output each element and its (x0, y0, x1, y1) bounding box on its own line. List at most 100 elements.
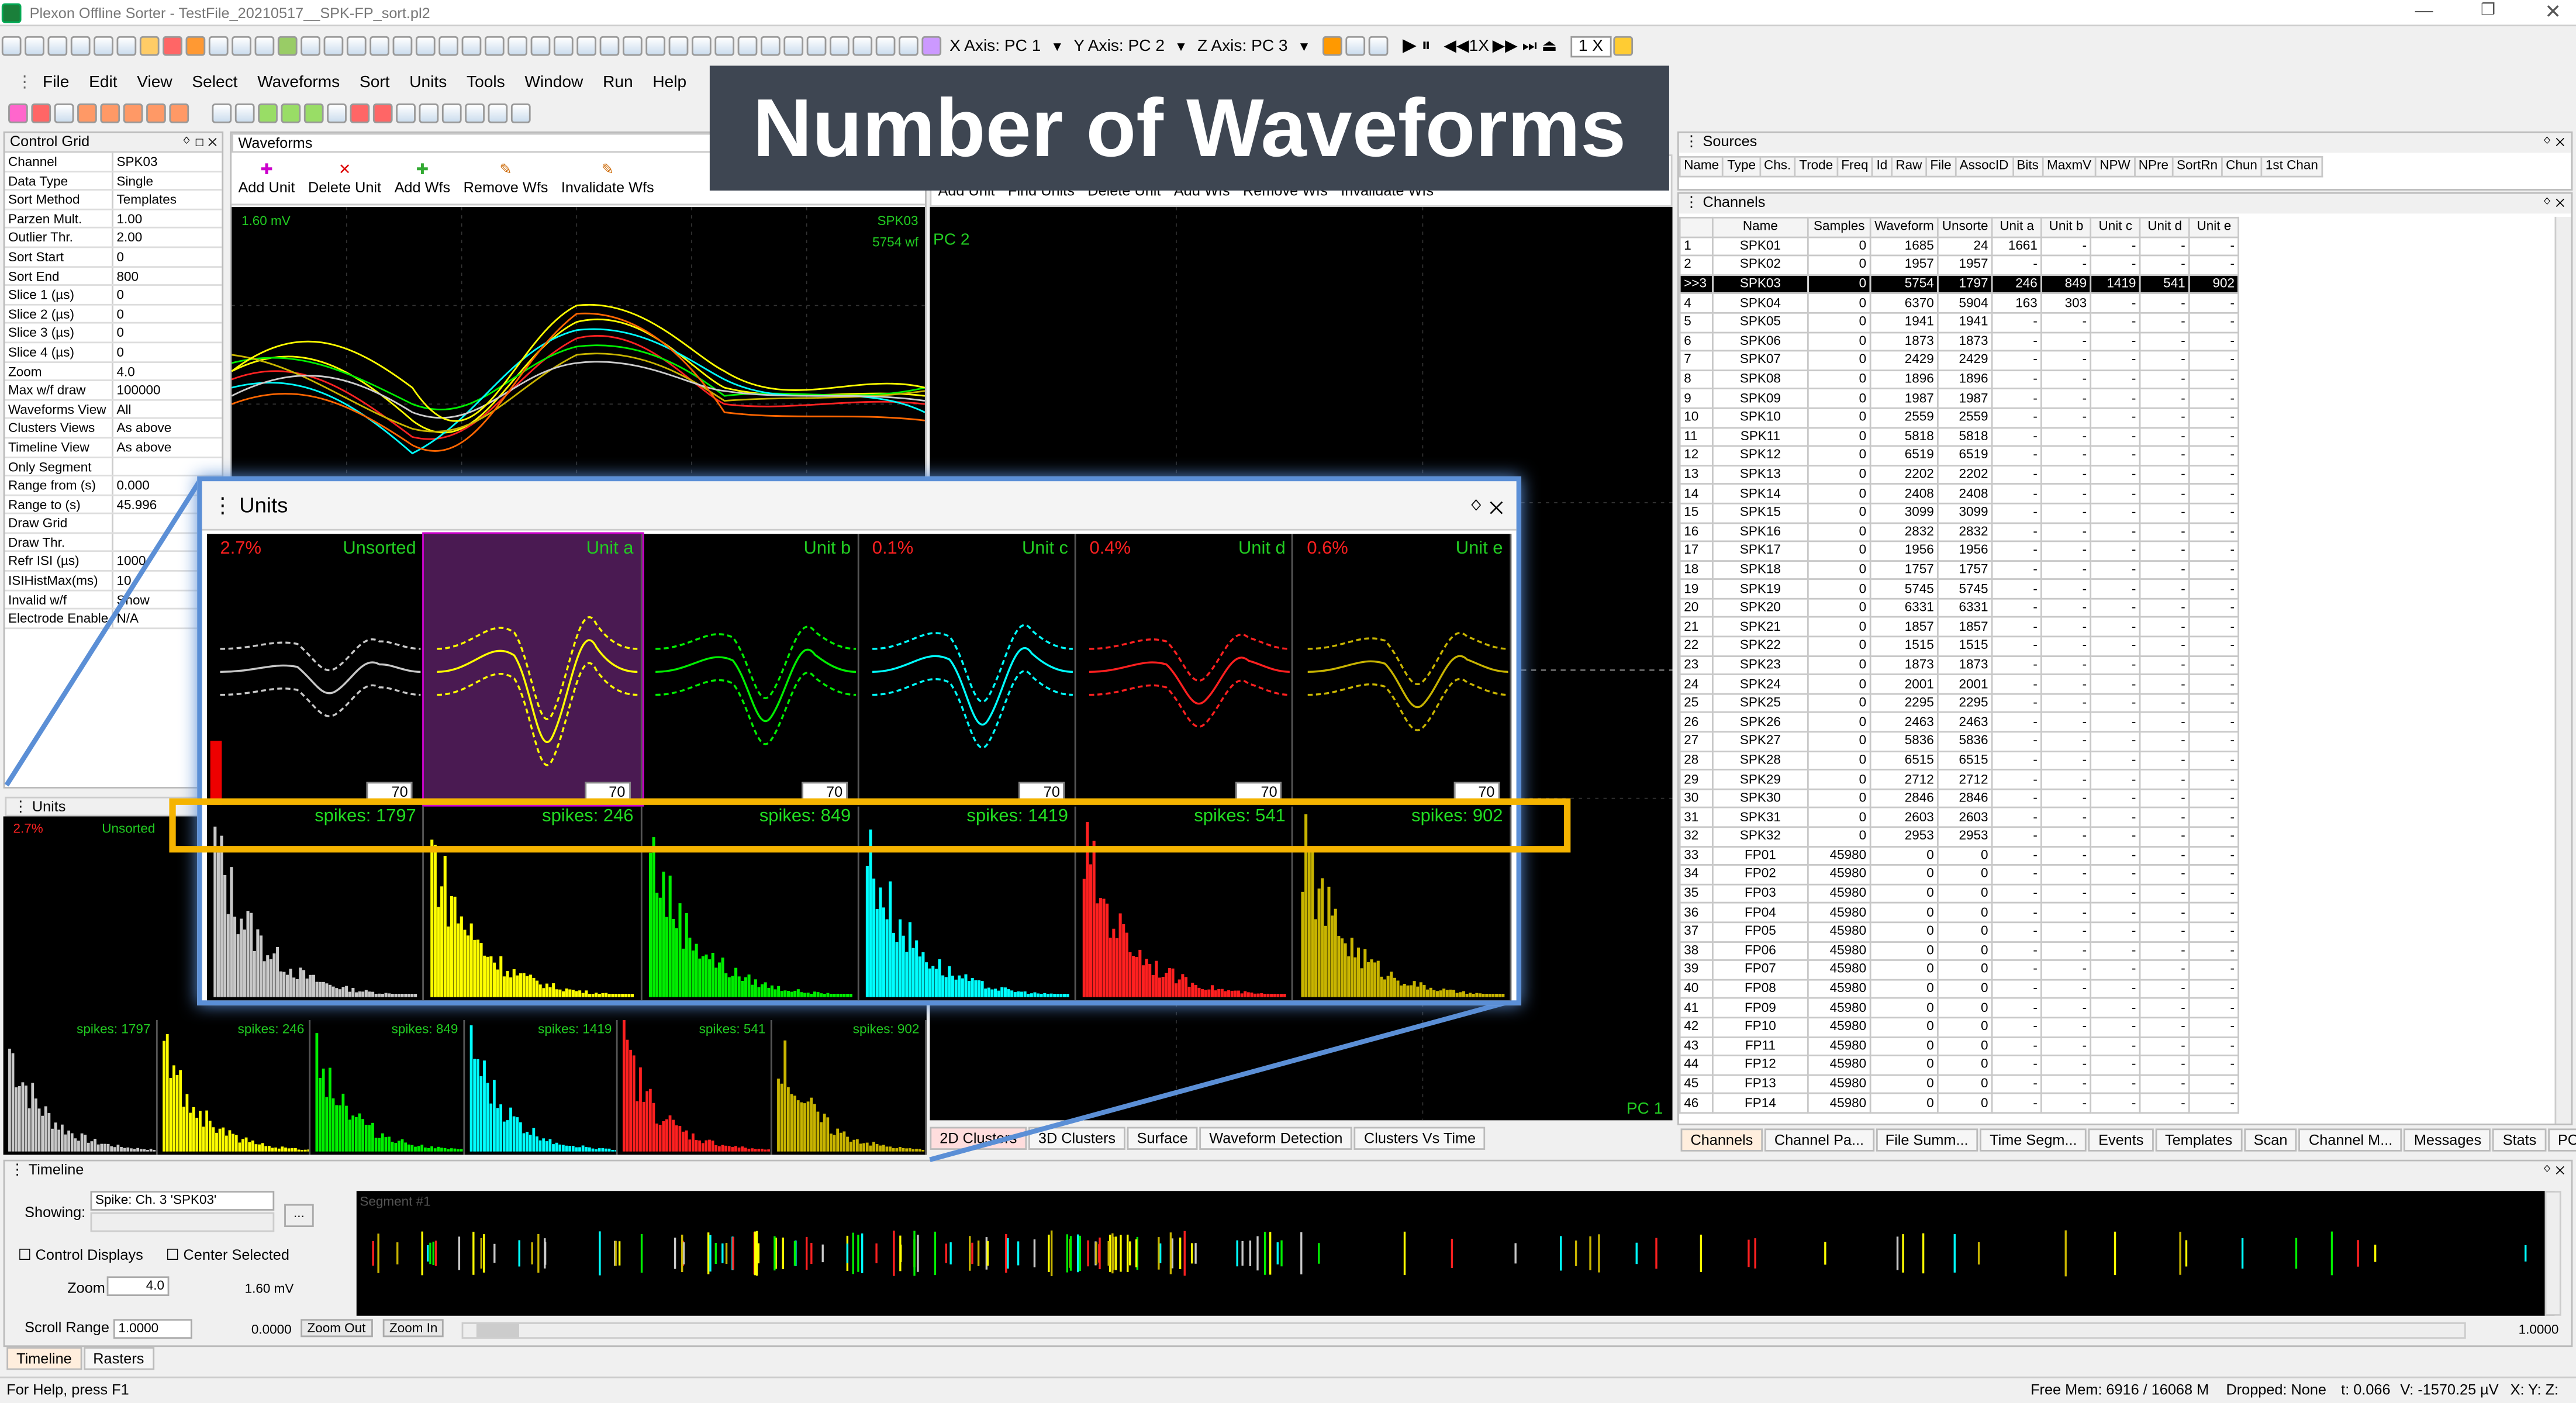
sources-col-header[interactable]: File (1925, 155, 1957, 177)
control-grid-row[interactable]: Draw Thr. (5, 533, 222, 553)
channel-row[interactable]: 6 SPK06 0 1873 1873- - - - - (1679, 331, 2240, 352)
channel-row[interactable]: 31 SPK31 0 2603 2603- - - - - (1679, 807, 2240, 828)
tool-icon[interactable] (1345, 36, 1365, 56)
tool-icon[interactable] (281, 103, 301, 123)
tab-rasters[interactable]: Rasters (83, 1347, 154, 1370)
tool-icon[interactable] (169, 103, 189, 123)
control-grid-value[interactable]: 800 (113, 267, 222, 285)
tool-icon[interactable] (31, 103, 51, 123)
control-grid-value[interactable]: Templates (113, 191, 222, 208)
control-grid-value[interactable]: 1.00 (113, 210, 222, 227)
channel-row[interactable]: 37 FP05 45980 0 0- - - - - (1679, 921, 2240, 942)
tool-icon[interactable] (100, 103, 120, 123)
tool-icon[interactable] (691, 36, 712, 56)
menu-edit[interactable]: Edit (89, 73, 117, 91)
channel-row[interactable]: 7 SPK07 0 2429 2429- - - - - (1679, 350, 2240, 371)
control-grid-row[interactable]: Sort Method Templates (5, 191, 222, 210)
tool-icon[interactable] (852, 36, 873, 56)
mini-histogram-cell[interactable]: spikes: 246 (157, 1020, 311, 1155)
channel-row[interactable]: 25 SPK25 0 2295 2295- - - - - (1679, 693, 2240, 714)
channel-row[interactable]: 4 SPK04 0 6370 5904 163 303- - - (1679, 293, 2240, 314)
control-grid-row[interactable]: Invalid w/f Show (5, 590, 222, 610)
speed-select[interactable]: 1 X (1570, 35, 1612, 57)
3d-icon[interactable] (185, 36, 206, 56)
mini-histogram-cell[interactable]: spikes: 1797 (4, 1020, 157, 1155)
tool-icon[interactable] (392, 36, 413, 56)
control-grid-row[interactable]: Zoom 4.0 (5, 362, 222, 382)
menu-select[interactable]: Select (192, 73, 237, 91)
control-grid-row[interactable]: Draw Grid (5, 514, 222, 534)
channels-col-header[interactable]: Unit a (1991, 216, 2043, 238)
tab-timeline[interactable]: Timeline (6, 1347, 82, 1370)
sources-col-header[interactable]: Bits (2011, 155, 2044, 177)
remove-wfs-button[interactable]: ✎ Remove Wfs (464, 161, 548, 195)
control-grid-value[interactable]: 0 (113, 286, 222, 303)
sources-col-header[interactable]: MaxmV (2042, 155, 2097, 177)
tool-icon[interactable] (899, 36, 918, 56)
channel-row[interactable]: 2 SPK02 0 1957 1957- - - - - (1679, 255, 2240, 276)
play-icon[interactable]: ▶ ⏸ (1403, 34, 1431, 57)
tool-icon[interactable] (8, 103, 28, 123)
tool-icon[interactable] (77, 103, 97, 123)
smiley-icon[interactable] (1612, 36, 1633, 56)
tool-icon[interactable] (806, 36, 827, 56)
control-grid-value[interactable]: 0 (113, 248, 222, 265)
tool-icon[interactable] (70, 36, 91, 56)
tool-icon[interactable] (146, 103, 166, 123)
save-icon[interactable] (25, 36, 44, 56)
tool-icon[interactable] (465, 103, 485, 123)
tool-icon[interactable] (323, 36, 344, 56)
unit-template-cell[interactable]: 2.7% Unsorted 70 (207, 534, 424, 805)
tool-icon[interactable] (139, 36, 160, 56)
mini-histogram-cell[interactable]: spikes: 902 (772, 1020, 926, 1155)
right-tab[interactable]: Messages (2404, 1128, 2492, 1152)
channel-row[interactable]: 35 FP03 45980 0 0- - - - - (1679, 883, 2240, 904)
control-grid-row[interactable]: Slice 1 (µs) 0 (5, 286, 222, 305)
tool-icon[interactable] (277, 36, 298, 56)
control-grid-value[interactable]: 2.00 (113, 229, 222, 247)
channel-row[interactable]: 17 SPK17 0 1956 1956- - - - - (1679, 540, 2240, 562)
control-grid-value[interactable]: All (113, 400, 222, 418)
control-displays-checkbox[interactable]: ☐ Control Displays (18, 1247, 143, 1265)
unit-template-cell[interactable]: Unit b 70 (642, 534, 859, 805)
sources-col-header[interactable]: 1st Chan (2260, 155, 2323, 177)
control-grid-row[interactable]: Slice 4 (µs) 0 (5, 343, 222, 362)
channel-row[interactable]: 20 SPK20 0 6331 6331- - - - - (1679, 597, 2240, 618)
menu-file[interactable]: File (43, 73, 69, 91)
channels-col-header[interactable]: Waveform (1869, 216, 1939, 238)
control-grid-row[interactable]: Sort End 800 (5, 267, 222, 286)
control-grid-value[interactable] (113, 458, 222, 475)
channel-row[interactable]: 29 SPK29 0 2712 2712- - - - - (1679, 769, 2240, 790)
channel-row[interactable]: 33 FP01 45980 0 0- - - - - (1679, 845, 2240, 866)
channel-row[interactable]: 45 FP13 45980 0 0- - - - - (1679, 1073, 2240, 1095)
tool-icon[interactable] (1368, 36, 1388, 56)
sources-col-header[interactable]: NPW (2094, 155, 2136, 177)
channel-row[interactable]: 42 FP10 45980 0 0- - - - - (1679, 1017, 2240, 1038)
tab-clusters-vs-time[interactable]: Clusters Vs Time (1354, 1126, 1486, 1150)
menu-units[interactable]: Units (409, 73, 447, 91)
right-tab[interactable]: Scan (2243, 1128, 2298, 1152)
delete-unit-button[interactable]: ✕ Delete Unit (308, 161, 381, 195)
tab-waveform-detection[interactable]: Waveform Detection (1199, 1126, 1353, 1150)
fast-forward-icon[interactable]: ▶▶ ⏭ ⏏ (1493, 37, 1558, 55)
channel-row[interactable]: 32 SPK32 0 2953 2953- - - - - (1679, 826, 2240, 847)
menu-tools[interactable]: Tools (467, 73, 505, 91)
tool-icon[interactable] (830, 36, 850, 56)
tool-icon[interactable] (327, 103, 347, 123)
channels-col-header[interactable]: Unsorte (1937, 216, 1993, 238)
tool-icon[interactable] (370, 36, 389, 56)
right-tab[interactable]: Channel Pa... (1764, 1128, 1874, 1152)
control-grid-row[interactable]: Refr ISI (µs) 1000 (5, 552, 222, 572)
channel-row[interactable]: 19 SPK19 0 5745 5745- - - - - (1679, 578, 2240, 600)
tool-icon[interactable] (645, 36, 666, 56)
menu-waveforms[interactable]: Waveforms (257, 73, 340, 91)
tool-icon[interactable] (350, 103, 370, 123)
tool-icon[interactable] (599, 36, 620, 56)
control-grid-row[interactable]: Clusters Views As above (5, 419, 222, 438)
menu-view[interactable]: View (137, 73, 172, 91)
channels-scrollbar[interactable] (2554, 216, 2571, 1124)
tool-icon[interactable] (507, 36, 527, 56)
tool-icon[interactable] (303, 103, 324, 123)
zoom-out-button[interactable]: Zoom Out (301, 1319, 372, 1338)
timeline-hscroll[interactable] (461, 1322, 2466, 1339)
